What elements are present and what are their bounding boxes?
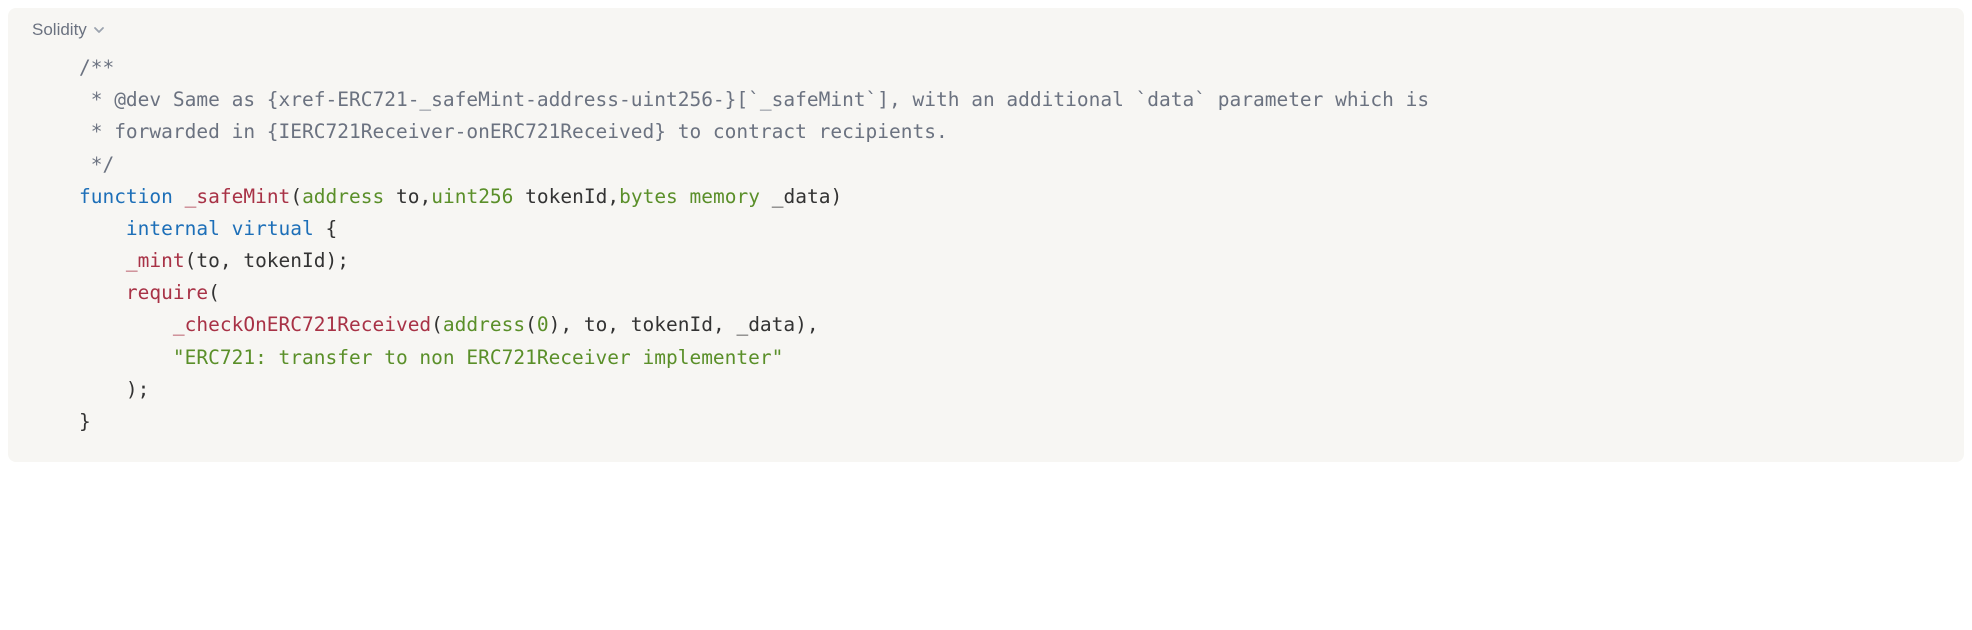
type: address — [443, 313, 525, 336]
args: (to, tokenId); — [185, 249, 349, 272]
function-name: _safeMint — [185, 185, 291, 208]
param: _data — [760, 185, 830, 208]
function-call: _mint — [126, 249, 185, 272]
comment: */ — [79, 153, 114, 176]
number: 0 — [537, 313, 549, 336]
param: to — [384, 185, 419, 208]
type: address — [302, 185, 384, 208]
code-content: /** * @dev Same as {xref-ERC721-_safeMin… — [8, 52, 1964, 438]
function-call: require — [126, 281, 208, 304]
keyword: function — [79, 185, 173, 208]
language-selector[interactable]: Solidity — [8, 20, 1964, 52]
type: bytes — [619, 185, 678, 208]
keyword: virtual — [232, 217, 314, 240]
paren: ); — [126, 378, 149, 401]
paren: ( — [208, 281, 220, 304]
comment: * @dev Same as {xref-ERC721-_safeMint-ad… — [79, 88, 1429, 111]
comment: * forwarded in {IERC721Receiver-onERC721… — [79, 120, 948, 143]
language-label: Solidity — [32, 20, 87, 40]
brace: } — [79, 410, 91, 433]
function-call: _checkOnERC721Received — [173, 313, 431, 336]
chevron-down-icon — [93, 24, 105, 36]
param: tokenId — [513, 185, 607, 208]
code-block: Solidity /** * @dev Same as {xref-ERC721… — [8, 8, 1964, 462]
type: memory — [690, 185, 760, 208]
args: ), to, tokenId, _data), — [549, 313, 819, 336]
comment: /** — [79, 56, 114, 79]
string: "ERC721: transfer to non ERC721Receiver … — [173, 346, 783, 369]
brace: { — [314, 217, 337, 240]
type: uint256 — [431, 185, 513, 208]
keyword: internal — [126, 217, 220, 240]
